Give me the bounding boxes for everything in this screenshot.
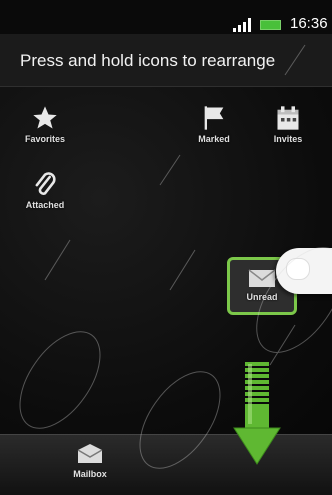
header: Press and hold icons to rearrange (0, 34, 332, 87)
mail-icon (77, 444, 103, 463)
page-title: Press and hold icons to rearrange (20, 51, 276, 70)
marked-label: Marked (198, 134, 230, 144)
calendar-icon (277, 106, 299, 130)
finger-hand (276, 248, 332, 294)
status-bar: 16:36 (0, 0, 332, 34)
unread-label: Unread (246, 292, 278, 302)
battery-icon (260, 20, 281, 30)
star-icon (33, 106, 57, 129)
screen: 16:36 Press and hold icons to rearrange … (0, 0, 332, 495)
mailbox-label: Mailbox (73, 469, 107, 479)
flag-icon (204, 106, 224, 130)
marked-tab-icon[interactable]: Marked (182, 98, 246, 156)
paperclip-icon (35, 172, 56, 195)
attached-tab-icon[interactable]: Attached (13, 164, 77, 222)
invites-label: Invites (273, 134, 303, 144)
envelope-icon (248, 269, 276, 287)
down-arrow-icon (233, 362, 281, 465)
status-time: 16:36 (290, 15, 328, 32)
fingernail (286, 258, 310, 280)
attached-label: Attached (25, 200, 65, 210)
signal-icon (233, 18, 251, 32)
favorites-tab-icon[interactable]: Favorites (13, 98, 77, 156)
invites-tab-icon[interactable]: Invites (256, 98, 320, 156)
favorites-label: Favorites (24, 134, 66, 144)
mailbox-tab[interactable]: Mailbox (50, 442, 130, 492)
